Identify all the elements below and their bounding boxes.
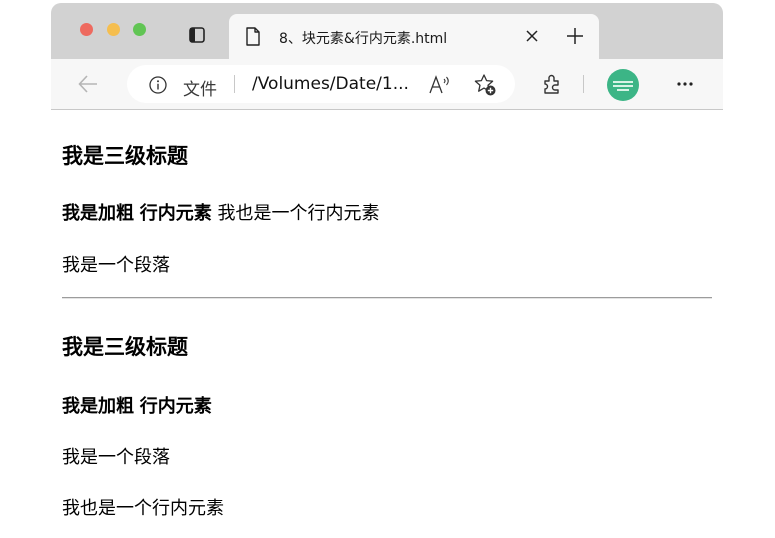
section2-paragraph: 我是一个段落 <box>62 447 170 468</box>
tab-strip: 8、块元素&行内元素.html <box>51 3 723 60</box>
tab-title: 8、块元素&行内元素.html <box>279 31 448 47</box>
section2-bold-inline: 行内元素 <box>139 396 212 417</box>
section2-inline-line: 我是加粗 行内元素 <box>62 392 212 418</box>
address-divider <box>234 75 235 93</box>
add-favorite-icon[interactable] <box>473 73 497 97</box>
tab-actions-icon[interactable] <box>189 27 205 43</box>
section1-paragraph: 我是一个段落 <box>62 255 170 276</box>
toolbar-divider <box>583 75 584 93</box>
page-icon <box>246 27 260 46</box>
back-arrow-icon[interactable] <box>77 73 99 95</box>
extensions-icon[interactable] <box>541 73 563 95</box>
section1-heading: 我是三级标题 <box>62 144 188 168</box>
close-icon[interactable] <box>525 29 539 43</box>
minimize-window-button[interactable] <box>107 23 120 36</box>
section1-inline-line: 我是加粗 行内元素 我也是一个行内元素 <box>62 199 379 225</box>
close-window-button[interactable] <box>80 23 93 36</box>
toolbar: 文件 /Volumes/Date/1... <box>51 59 723 110</box>
horizontal-rule <box>62 297 712 299</box>
address-bar[interactable]: 文件 /Volumes/Date/1... <box>127 65 515 103</box>
active-tab[interactable]: 8、块元素&行内元素.html <box>229 14 599 60</box>
plus-icon[interactable] <box>566 27 584 45</box>
section1-bold-text: 我是加粗 <box>62 203 134 224</box>
section2-heading: 我是三级标题 <box>62 335 188 359</box>
more-icon[interactable] <box>675 75 695 93</box>
section1-bold-inline: 行内元素 <box>139 203 212 224</box>
section1-inline-text: 我也是一个行内元素 <box>217 203 380 224</box>
zoom-window-button[interactable] <box>133 23 146 36</box>
section2-bold-text: 我是加粗 <box>62 396 134 417</box>
read-aloud-icon[interactable] <box>429 75 451 95</box>
url-text[interactable]: /Volumes/Date/1... <box>252 74 409 94</box>
file-scheme-label: 文件 <box>183 80 217 100</box>
profile-avatar[interactable] <box>607 69 639 101</box>
info-icon[interactable] <box>149 76 167 94</box>
section2-inline-text: 我也是一个行内元素 <box>62 498 224 519</box>
